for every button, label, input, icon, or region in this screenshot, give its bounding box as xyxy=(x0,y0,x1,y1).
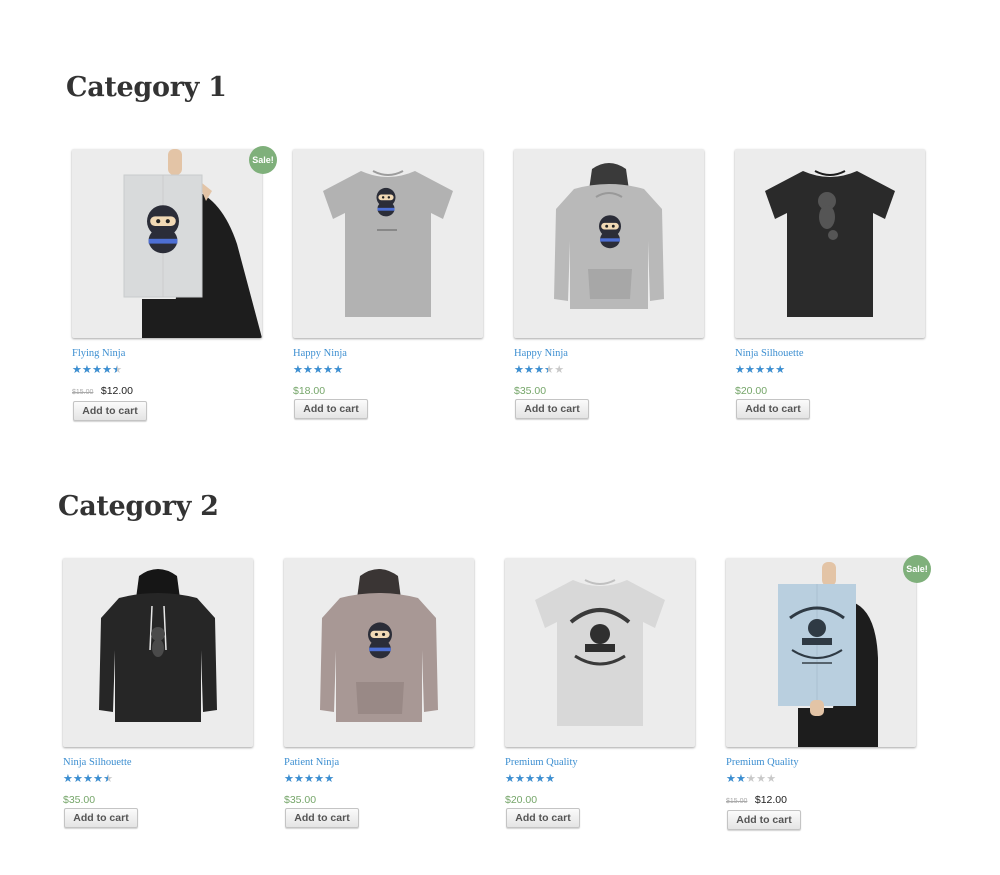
add-to-cart-button[interactable]: Add to cart xyxy=(294,399,368,419)
product-image[interactable] xyxy=(726,558,916,747)
product-price: $20.00 xyxy=(735,381,767,399)
current-price: $35.00 xyxy=(284,794,317,806)
add-to-cart-button[interactable]: Add to cart xyxy=(64,808,138,828)
product-image-art xyxy=(765,170,895,317)
star-rating-filled-icon: ★★★★★ xyxy=(505,773,556,785)
product-title-link[interactable]: Happy Ninja xyxy=(514,348,568,359)
star-rating-filled-icon: ★★★★★ xyxy=(72,364,117,376)
product-price: $35.00 xyxy=(284,790,316,808)
product-image[interactable] xyxy=(72,149,262,338)
product-image[interactable] xyxy=(284,558,474,747)
product-price: $18.00 xyxy=(293,381,325,399)
product-image-art xyxy=(554,163,664,309)
star-rating: ★★★★★ ★★★★★ xyxy=(514,364,570,376)
product-price: $15.00 $12.00 xyxy=(726,790,787,808)
product-title-link[interactable]: Flying Ninja xyxy=(72,348,125,359)
product-title-link[interactable]: Ninja Silhouette xyxy=(735,348,804,359)
star-rating-filled-icon: ★★★★★ xyxy=(63,773,108,785)
current-price: $12.00 xyxy=(100,385,133,397)
sale-badge: Sale! xyxy=(903,555,931,583)
product-image-art xyxy=(99,569,217,722)
product-price: $35.00 xyxy=(63,790,95,808)
star-rating-filled-icon: ★★★★★ xyxy=(293,364,344,376)
product-image[interactable] xyxy=(514,149,704,338)
star-rating: ★★★★★ ★★★★★ xyxy=(284,773,340,785)
star-rating: ★★★★★ ★★★★★ xyxy=(293,364,349,376)
product-price: $35.00 xyxy=(514,381,546,399)
add-to-cart-button[interactable]: Add to cart xyxy=(73,401,147,421)
star-rating: ★★★★★ ★★★★★ xyxy=(726,773,782,785)
current-price: $20.00 xyxy=(505,794,538,806)
product-image[interactable] xyxy=(293,149,483,338)
current-price: $20.00 xyxy=(735,385,768,397)
product-image[interactable] xyxy=(63,558,253,747)
product-image-art xyxy=(320,569,438,722)
current-price: $35.00 xyxy=(63,794,96,806)
product-image-art xyxy=(123,149,262,338)
product-image-art xyxy=(535,579,665,726)
current-price: $18.00 xyxy=(293,385,326,397)
product-title-link[interactable]: Happy Ninja xyxy=(293,348,347,359)
star-rating-filled-icon: ★★★★★ xyxy=(284,773,335,785)
star-rating: ★★★★★ ★★★★★ xyxy=(63,773,119,785)
product-title-link[interactable]: Patient Ninja xyxy=(284,757,339,768)
star-rating-filled-icon: ★★★★★ xyxy=(726,773,748,785)
star-rating: ★★★★★ ★★★★★ xyxy=(72,364,128,376)
product-title-link[interactable]: Premium Quality xyxy=(726,757,799,768)
product-price: $20.00 xyxy=(505,790,537,808)
product-title-link[interactable]: Ninja Silhouette xyxy=(63,757,132,768)
current-price: $35.00 xyxy=(514,385,547,397)
add-to-cart-button[interactable]: Add to cart xyxy=(515,399,589,419)
old-price: $15.00 xyxy=(72,389,94,396)
product-price: $15.00 $12.00 xyxy=(72,381,133,399)
product-image-art xyxy=(778,562,878,747)
star-rating-filled-icon: ★★★★★ xyxy=(735,364,786,376)
category-title: Category 2 xyxy=(58,491,219,522)
add-to-cart-button[interactable]: Add to cart xyxy=(506,808,580,828)
add-to-cart-button[interactable]: Add to cart xyxy=(727,810,801,830)
add-to-cart-button[interactable]: Add to cart xyxy=(285,808,359,828)
star-rating: ★★★★★ ★★★★★ xyxy=(735,364,791,376)
sale-badge: Sale! xyxy=(249,146,277,174)
product-title-link[interactable]: Premium Quality xyxy=(505,757,578,768)
add-to-cart-button[interactable]: Add to cart xyxy=(736,399,810,419)
star-rating: ★★★★★ ★★★★★ xyxy=(505,773,561,785)
product-image[interactable] xyxy=(505,558,695,747)
old-price: $15.00 xyxy=(726,798,748,805)
category-title: Category 1 xyxy=(66,72,227,103)
current-price: $12.00 xyxy=(754,794,787,806)
product-image[interactable] xyxy=(735,149,925,338)
product-image-art xyxy=(323,170,453,317)
star-rating-filled-icon: ★★★★★ xyxy=(514,364,548,376)
